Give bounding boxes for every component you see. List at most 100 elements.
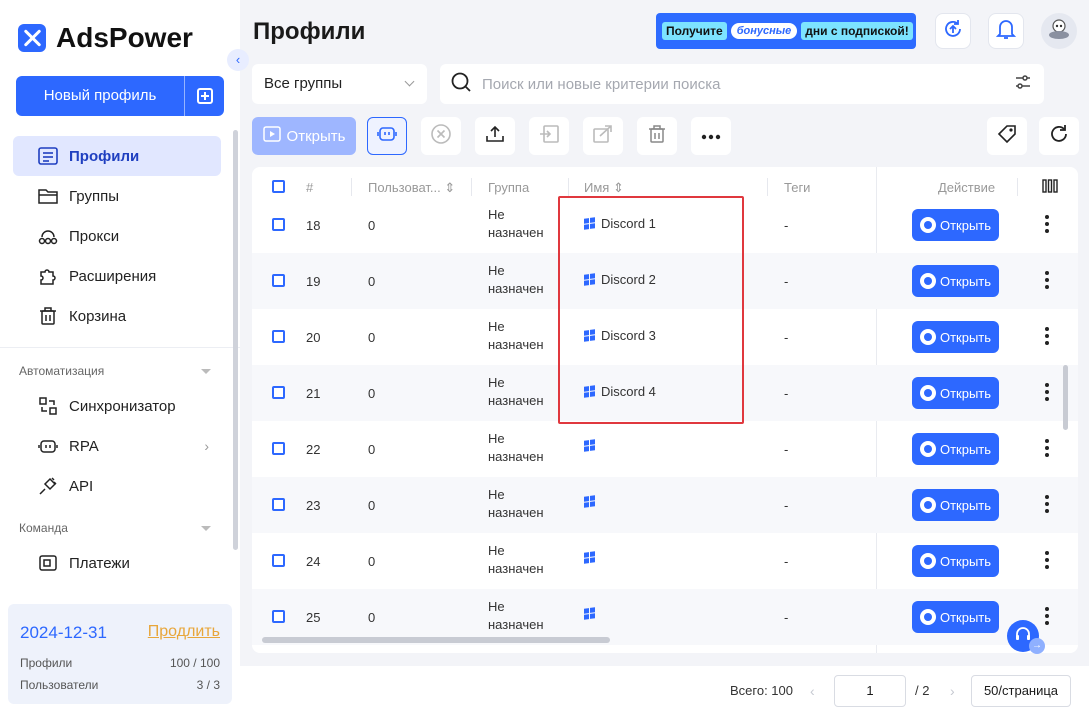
sidebar-item-payments[interactable]: Платежи: [13, 543, 221, 583]
automation-section[interactable]: Автоматизация: [19, 364, 215, 378]
column-divider: [471, 178, 472, 196]
sidebar-item-label: Профили: [69, 147, 140, 165]
page-number-input[interactable]: 1: [834, 675, 906, 707]
table-row[interactable]: 24 0 Не назначен - Открыть: [252, 533, 1078, 589]
collapse-sidebar-button[interactable]: ‹: [227, 49, 249, 71]
team-section[interactable]: Команда: [19, 521, 215, 535]
sidebar-item-api[interactable]: API: [13, 466, 221, 506]
table-row[interactable]: 22 0 Не назначен - Открыть: [252, 421, 1078, 477]
column-settings-icon[interactable]: [1042, 179, 1058, 196]
row-more-button[interactable]: [1044, 271, 1050, 289]
sidebar-item-proxy[interactable]: Прокси: [13, 216, 221, 256]
table-row[interactable]: 21 0 Не назначен Discord 4 - Открыть: [252, 365, 1078, 421]
group-select[interactable]: Все группы: [252, 64, 427, 104]
column-users[interactable]: Пользоват... ⇕: [368, 180, 455, 196]
row-more-button[interactable]: [1044, 551, 1050, 569]
table-row[interactable]: 20 0 Не назначен Discord 3 - Открыть: [252, 309, 1078, 365]
row-checkbox[interactable]: [272, 554, 285, 567]
rpa-button[interactable]: [367, 117, 407, 155]
open-profile-button[interactable]: Открыть: [912, 601, 999, 633]
row-users: 0: [368, 442, 376, 457]
sidebar-item-groups[interactable]: Группы: [13, 176, 221, 216]
upload-icon: [484, 124, 506, 149]
row-tags: -: [784, 442, 789, 457]
row-checkbox[interactable]: [272, 330, 285, 343]
open-profile-label: Открыть: [939, 273, 992, 289]
row-tags: -: [784, 386, 789, 401]
row-more-button[interactable]: [1044, 383, 1050, 401]
open-profile-button[interactable]: Открыть: [912, 321, 999, 353]
open-profile-button[interactable]: Открыть: [912, 545, 999, 577]
filter-settings-icon[interactable]: [1014, 74, 1032, 95]
row-checkbox[interactable]: [272, 498, 285, 511]
browser-icon: [919, 273, 936, 289]
row-checkbox[interactable]: [272, 218, 285, 231]
search-input[interactable]: [482, 75, 1004, 93]
share-button[interactable]: [583, 117, 623, 155]
open-profile-label: Открыть: [939, 497, 992, 513]
table-row[interactable]: 19 0 Не назначен Discord 2 - Открыть: [252, 253, 1078, 309]
delete-button[interactable]: [637, 117, 677, 155]
sidebar-item-label: RPA: [69, 437, 99, 455]
next-page-icon[interactable]: ›: [950, 683, 955, 699]
open-profile-button[interactable]: Открыть: [912, 265, 999, 297]
row-checkbox[interactable]: [272, 610, 285, 623]
row-checkbox[interactable]: [272, 442, 285, 455]
row-number: 24: [306, 554, 321, 569]
table-vertical-scrollbar[interactable]: [1063, 365, 1068, 430]
new-profile-button[interactable]: Новый профиль: [16, 76, 224, 116]
refresh-button[interactable]: [1039, 117, 1079, 155]
tags-button[interactable]: [987, 117, 1027, 155]
open-selected-button[interactable]: Открыть: [252, 117, 356, 155]
move-to-group-button[interactable]: [529, 117, 569, 155]
avatar[interactable]: [1041, 13, 1077, 49]
close-profiles-button[interactable]: [421, 117, 461, 155]
sidebar-item-trash[interactable]: Корзина: [13, 296, 221, 336]
select-all-checkbox[interactable]: [272, 180, 285, 193]
open-profile-label: Открыть: [939, 385, 992, 401]
row-checkbox[interactable]: [272, 386, 285, 399]
profiles-list-icon: [37, 145, 59, 167]
sidebar-item-synchronizer[interactable]: Синхронизатор: [13, 386, 221, 426]
arrow-right-icon[interactable]: →: [1029, 638, 1045, 654]
row-more-button[interactable]: [1044, 439, 1050, 457]
windows-icon: [584, 329, 595, 342]
more-actions-button[interactable]: [691, 117, 731, 155]
proxy-network-icon: [37, 225, 59, 247]
table-row[interactable]: 18 0 Не назначен Discord 1 - Открыть: [252, 197, 1078, 253]
row-checkbox[interactable]: [272, 274, 285, 287]
sidebar-item-extensions[interactable]: Расширения: [13, 256, 221, 296]
row-more-button[interactable]: [1044, 607, 1050, 625]
horizontal-scrollbar[interactable]: [262, 637, 610, 643]
row-users: 0: [368, 330, 376, 345]
sidebar-scrollbar[interactable]: [233, 130, 238, 550]
batch-add-button[interactable]: [184, 76, 224, 116]
row-group: Не назначен: [488, 263, 544, 296]
open-profile-button[interactable]: Открыть: [912, 489, 999, 521]
windows-icon: [584, 217, 595, 230]
export-button[interactable]: [475, 117, 515, 155]
update-button[interactable]: [935, 13, 971, 49]
row-more-button[interactable]: [1044, 215, 1050, 233]
column-name[interactable]: Имя ⇕: [584, 180, 624, 196]
row-group: Не назначен: [488, 431, 544, 464]
sidebar-item-profiles[interactable]: Профили: [13, 136, 221, 176]
row-name: Discord 3: [584, 328, 656, 343]
sort-icon: ⇕: [444, 180, 456, 195]
table-row[interactable]: 23 0 Не назначен - Открыть: [252, 477, 1078, 533]
row-group: Не назначен: [488, 375, 544, 408]
row-users: 0: [368, 610, 376, 625]
notifications-button[interactable]: [988, 13, 1024, 49]
open-profile-button[interactable]: Открыть: [912, 209, 999, 241]
open-profile-button[interactable]: Открыть: [912, 433, 999, 465]
more-horizontal-icon: [701, 127, 721, 145]
column-tags: Теги: [784, 180, 811, 195]
row-more-button[interactable]: [1044, 495, 1050, 513]
row-more-button[interactable]: [1044, 327, 1050, 345]
prev-page-icon[interactable]: ‹: [810, 683, 815, 699]
renew-link[interactable]: Продлить: [148, 623, 220, 641]
promo-banner[interactable]: Получите бонусные дни с подпиской!: [656, 13, 916, 49]
sidebar-item-rpa[interactable]: RPA ›: [13, 426, 221, 466]
open-profile-button[interactable]: Открыть: [912, 377, 999, 409]
page-size-select[interactable]: 50/страница: [971, 675, 1071, 707]
